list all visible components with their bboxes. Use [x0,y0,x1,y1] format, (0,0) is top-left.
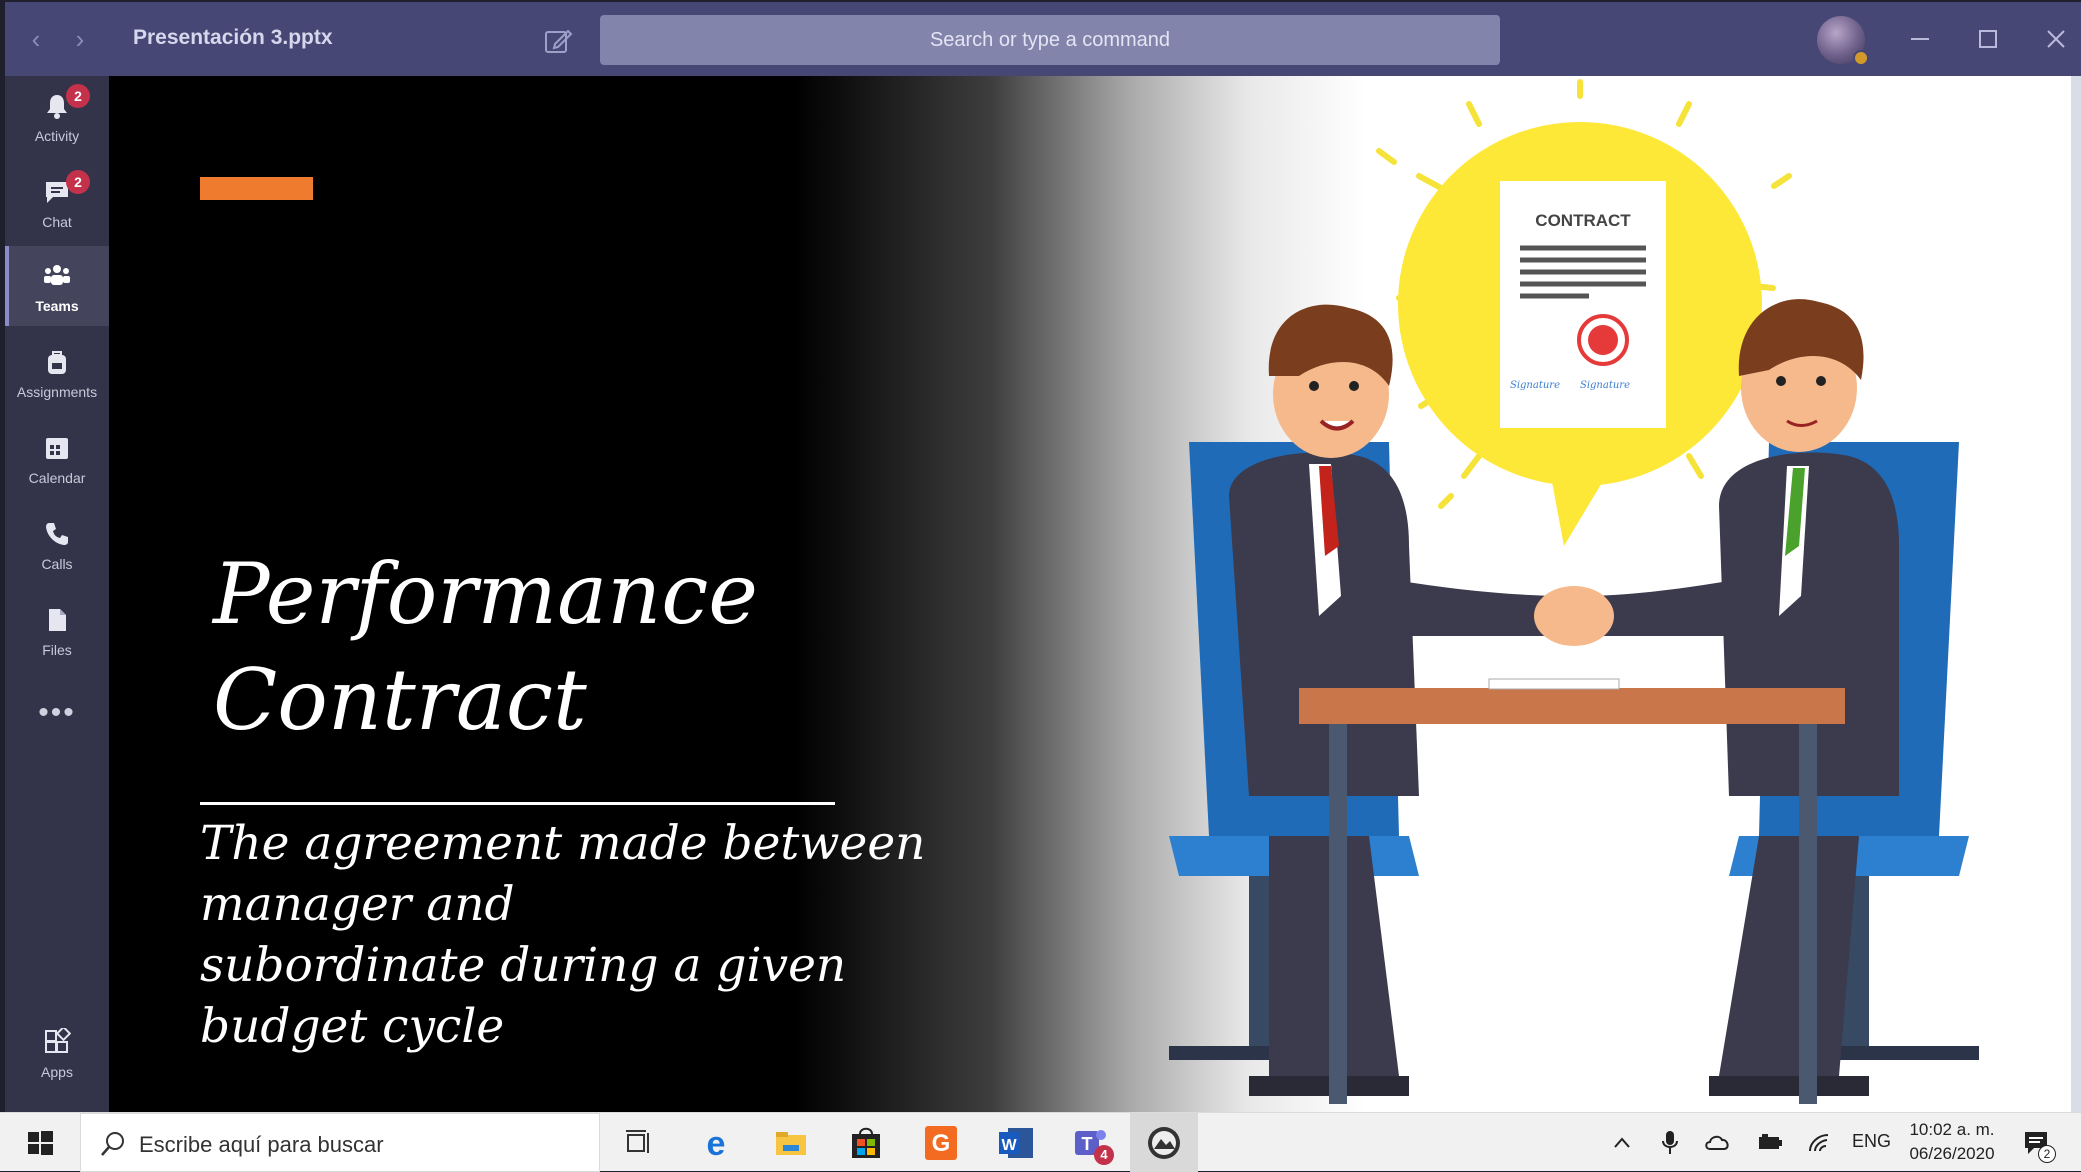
wifi-icon[interactable] [1806,1129,1832,1155]
minimize-icon[interactable] [1905,24,1935,54]
rail-item-label: Assignments [16,384,98,400]
rail-item-activity[interactable]: 2 Activity [5,76,109,156]
search-icon [101,1132,124,1156]
compose-icon[interactable] [543,26,573,56]
title-bar: ‹ › Presentación 3.pptx Search or type a… [5,2,2081,76]
rail-item-label: Calls [41,556,73,572]
presence-status-icon [1853,50,1869,66]
chat-badge: 2 [66,170,90,194]
task-view-icon[interactable] [620,1123,660,1163]
rail-item-teams[interactable]: Teams [5,246,109,326]
file-icon [49,609,66,631]
maximize-icon[interactable] [1973,24,2003,54]
file-explorer-icon[interactable] [771,1123,811,1163]
rail-item-label: Calendar [28,470,86,486]
rail-item-assignments[interactable]: Assignments [5,332,109,412]
app-rail: 2 Activity 2 Chat Teams Assignments Cale… [5,76,109,1112]
handshake-illustration: CONTRACT Signature Signature [1169,79,1979,1104]
microphone-icon[interactable] [1660,1129,1680,1155]
handshake [1534,586,1614,646]
notification-count: 2 [2038,1145,2056,1163]
backpack-icon [48,351,66,374]
activity-badge: 2 [66,84,90,108]
more-apps-icon[interactable]: ••• [5,696,109,730]
clock-date: 06/26/2020 [1909,1144,1995,1163]
command-search-box[interactable]: Search or type a command [600,15,1500,65]
phone-icon [46,523,68,545]
onedrive-cloud-icon[interactable] [1704,1131,1732,1153]
input-language[interactable]: ENG [1852,1131,1891,1152]
svg-text:W: W [1001,1137,1017,1154]
teams-icon [44,265,70,285]
back-arrow-icon[interactable]: ‹ [27,26,45,52]
rail-item-chat[interactable]: 2 Chat [5,162,109,242]
rail-item-label: Activity [34,128,80,144]
system-clock[interactable]: 10:02 a. m. 06/26/2020 [1892,1118,2012,1166]
clock-time: 10:02 a. m. [1909,1120,1995,1139]
teams-taskbar-badge: 4 [1094,1145,1114,1165]
taskbar-search-placeholder: Escribe aquí para buscar [139,1132,384,1157]
contract-heading: CONTRACT [1535,211,1631,230]
rail-item-calendar[interactable]: Calendar [5,418,109,498]
apps-icon [45,1028,71,1053]
signature-left: Signature [1510,380,1560,391]
edge-browser-icon[interactable]: e [696,1123,736,1163]
photos-app-icon[interactable] [1144,1123,1184,1163]
slide-title-line: Contract [213,651,587,749]
pdf-app-icon[interactable]: G [921,1123,961,1163]
rail-item-label: Teams [35,298,79,314]
svg-text:G: G [932,1130,951,1157]
rail-item-apps[interactable]: Apps [5,1012,109,1092]
slide-divider [200,802,835,805]
chevron-up-icon[interactable] [1612,1133,1632,1153]
presentation-slide: Performance Contract The agreement made … [109,76,2071,1112]
window-title: Presentación 3.pptx [133,26,333,49]
forward-arrow-icon[interactable]: › [71,26,89,52]
windows-taskbar: Escribe aquí para buscar e G W T 4 ENG 1… [0,1112,2081,1172]
calendar-icon [46,438,68,459]
slide-title-line: Performance [213,545,759,643]
taskbar-search-box[interactable]: Escribe aquí para buscar [80,1113,600,1172]
rail-item-label: Apps [41,1064,73,1080]
rail-item-label: Files [42,642,72,658]
rail-item-calls[interactable]: Calls [5,504,109,584]
svg-text:T: T [1082,1134,1093,1154]
slide-edge [2071,76,2081,1112]
word-icon[interactable]: W [996,1123,1036,1163]
microsoft-store-icon[interactable] [846,1123,886,1163]
rail-item-files[interactable]: Files [5,590,109,670]
rail-item-label: Chat [42,214,72,230]
slide-title: Performance Contract [213,541,758,753]
battery-icon[interactable] [1756,1131,1784,1153]
windows-start-icon[interactable] [26,1129,54,1157]
slide-accent-bar [200,177,313,200]
signature-right: Signature [1580,380,1630,391]
close-icon[interactable] [2041,24,2071,54]
svg-text:e: e [707,1125,726,1163]
slide-subtitle: The agreement made between manager and s… [200,816,926,1054]
